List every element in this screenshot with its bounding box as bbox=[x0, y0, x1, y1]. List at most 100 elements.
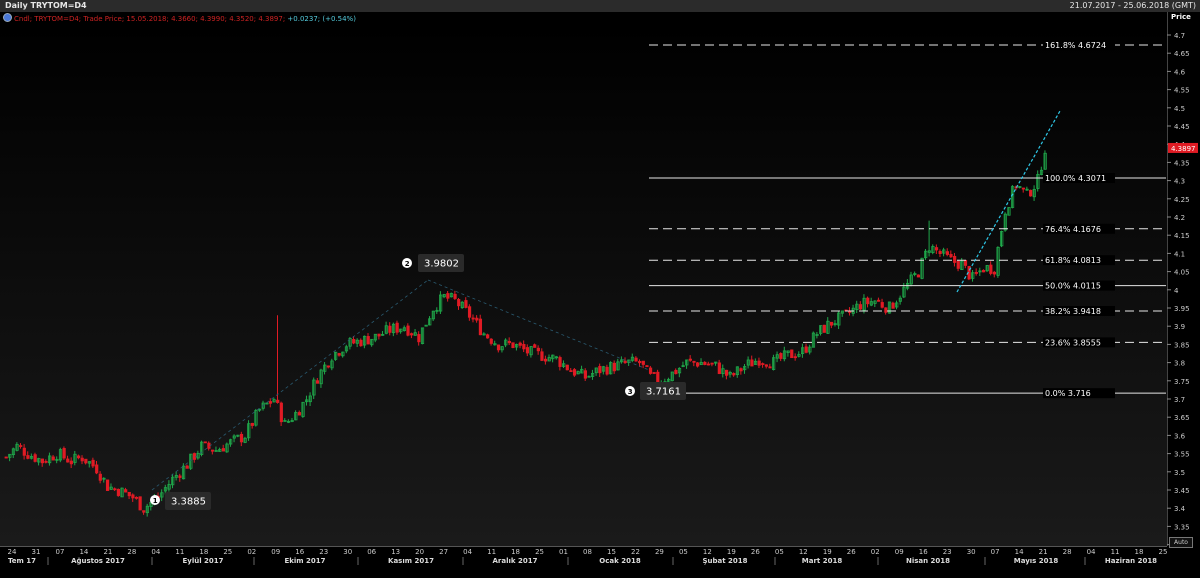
price-tick-label: 3.35 bbox=[1174, 523, 1190, 531]
candle-body bbox=[395, 322, 399, 333]
candle-body bbox=[142, 510, 146, 513]
date-tick-label: 21 bbox=[1039, 548, 1048, 556]
candle-body bbox=[1029, 189, 1033, 197]
fib-level-label: 100.0% 4.3071 bbox=[1045, 174, 1106, 183]
candle-body bbox=[33, 454, 37, 462]
candle-body bbox=[297, 412, 302, 416]
candle-body bbox=[790, 349, 794, 359]
price-tick-label: 3.75 bbox=[1174, 378, 1190, 386]
candle-body bbox=[417, 334, 421, 343]
candle-body bbox=[131, 494, 135, 499]
price-tick-label: 4.2 bbox=[1174, 214, 1185, 222]
candle-body bbox=[467, 306, 472, 318]
date-tick-label: 04 bbox=[463, 548, 472, 556]
candle-body bbox=[757, 360, 761, 366]
candle-body bbox=[239, 433, 244, 443]
candle-body bbox=[84, 458, 88, 464]
candle-body bbox=[938, 251, 942, 254]
candle-body bbox=[558, 357, 562, 367]
date-tick-label: 01 bbox=[559, 548, 568, 556]
candle-body bbox=[583, 370, 588, 379]
candle-body bbox=[761, 363, 765, 365]
price-chart[interactable]: 4.74.654.64.554.54.454.44.354.34.254.24.… bbox=[0, 0, 1200, 578]
month-label: Şubat 2018 bbox=[702, 557, 747, 565]
price-tick-label: 4.6 bbox=[1174, 68, 1186, 76]
candle-body bbox=[91, 459, 95, 467]
candle-body bbox=[804, 346, 808, 353]
candle-body bbox=[203, 441, 207, 444]
candle-body bbox=[623, 360, 627, 364]
date-tick-label: 30 bbox=[343, 548, 352, 556]
fib-level-label: 0.0% 3.716 bbox=[1045, 389, 1091, 398]
month-label: Mart 2018 bbox=[802, 557, 843, 565]
candle-body bbox=[127, 491, 131, 497]
candle-body bbox=[536, 347, 540, 352]
candle-body bbox=[518, 342, 522, 346]
candle-body bbox=[4, 456, 8, 459]
candle-body bbox=[66, 458, 70, 463]
date-tick-label: 02 bbox=[871, 548, 880, 556]
candle-body bbox=[974, 272, 978, 274]
price-tick-label: 4.05 bbox=[1174, 269, 1190, 277]
candle-body bbox=[116, 488, 121, 496]
date-tick-label: 24 bbox=[8, 548, 17, 556]
price-tick-label: 3.85 bbox=[1174, 341, 1190, 349]
date-tick-label: 16 bbox=[295, 548, 304, 556]
candle-body bbox=[221, 448, 225, 452]
candle-body bbox=[768, 366, 772, 369]
candle-body bbox=[992, 271, 997, 275]
candle-body bbox=[377, 333, 381, 337]
candle-body bbox=[406, 325, 410, 336]
month-label: Haziran 2018 bbox=[1105, 557, 1157, 565]
price-tick-label: 3.9 bbox=[1174, 323, 1185, 331]
candle-body bbox=[457, 299, 461, 307]
date-tick-label: 15 bbox=[607, 548, 616, 556]
candle-body bbox=[51, 456, 55, 461]
candle-body bbox=[739, 368, 743, 372]
candle-body bbox=[648, 367, 653, 374]
candle-body bbox=[877, 299, 881, 302]
candle-body bbox=[692, 360, 696, 363]
date-tick-label: 31 bbox=[32, 548, 41, 556]
date-tick-label: 23 bbox=[319, 548, 328, 556]
point-value-label: 3.3885 bbox=[171, 497, 206, 508]
date-tick-label: 25 bbox=[1159, 548, 1168, 556]
price-tick-label: 4.5 bbox=[1174, 105, 1185, 113]
candle-body bbox=[525, 347, 530, 354]
candle-body bbox=[69, 460, 73, 465]
price-tick-label: 3.65 bbox=[1174, 414, 1190, 422]
candle-body bbox=[732, 372, 736, 376]
candle-body bbox=[779, 353, 783, 359]
point-value-label: 3.9802 bbox=[424, 259, 459, 270]
price-tick-label: 4.15 bbox=[1174, 232, 1190, 240]
candle-body bbox=[656, 371, 660, 383]
candle-body bbox=[945, 251, 950, 255]
price-tick-label: 3.5 bbox=[1174, 469, 1185, 477]
candle-body bbox=[489, 338, 493, 344]
month-label: Ocak 2018 bbox=[599, 557, 641, 565]
candle-body bbox=[724, 369, 729, 376]
candle-body bbox=[688, 358, 692, 361]
month-label: Nisan 2018 bbox=[906, 557, 950, 565]
candle-body bbox=[706, 363, 711, 366]
date-tick-label: 12 bbox=[799, 548, 808, 556]
candle-body bbox=[717, 362, 721, 374]
candle-body bbox=[315, 380, 320, 384]
price-tick-label: 4.55 bbox=[1174, 87, 1190, 95]
auto-scale-button[interactable]: Auto bbox=[1169, 537, 1193, 548]
point-marker-number: 3 bbox=[628, 388, 633, 396]
date-tick-label: 27 bbox=[439, 548, 448, 556]
candle-body bbox=[178, 475, 182, 478]
fib-level-label: 23.6% 3.8555 bbox=[1045, 338, 1101, 347]
date-tick-label: 11 bbox=[1111, 548, 1120, 556]
point-marker-number: 2 bbox=[405, 260, 410, 268]
price-tick-label: 4.1 bbox=[1174, 250, 1185, 258]
candle-body bbox=[326, 365, 330, 368]
candle-body bbox=[522, 344, 526, 350]
date-tick-label: 16 bbox=[919, 548, 928, 556]
date-tick-label: 11 bbox=[487, 548, 496, 556]
candle-body bbox=[696, 362, 700, 367]
month-label: Kasım 2017 bbox=[388, 557, 434, 565]
date-tick-label: 09 bbox=[271, 548, 280, 556]
candle-body bbox=[507, 340, 511, 344]
